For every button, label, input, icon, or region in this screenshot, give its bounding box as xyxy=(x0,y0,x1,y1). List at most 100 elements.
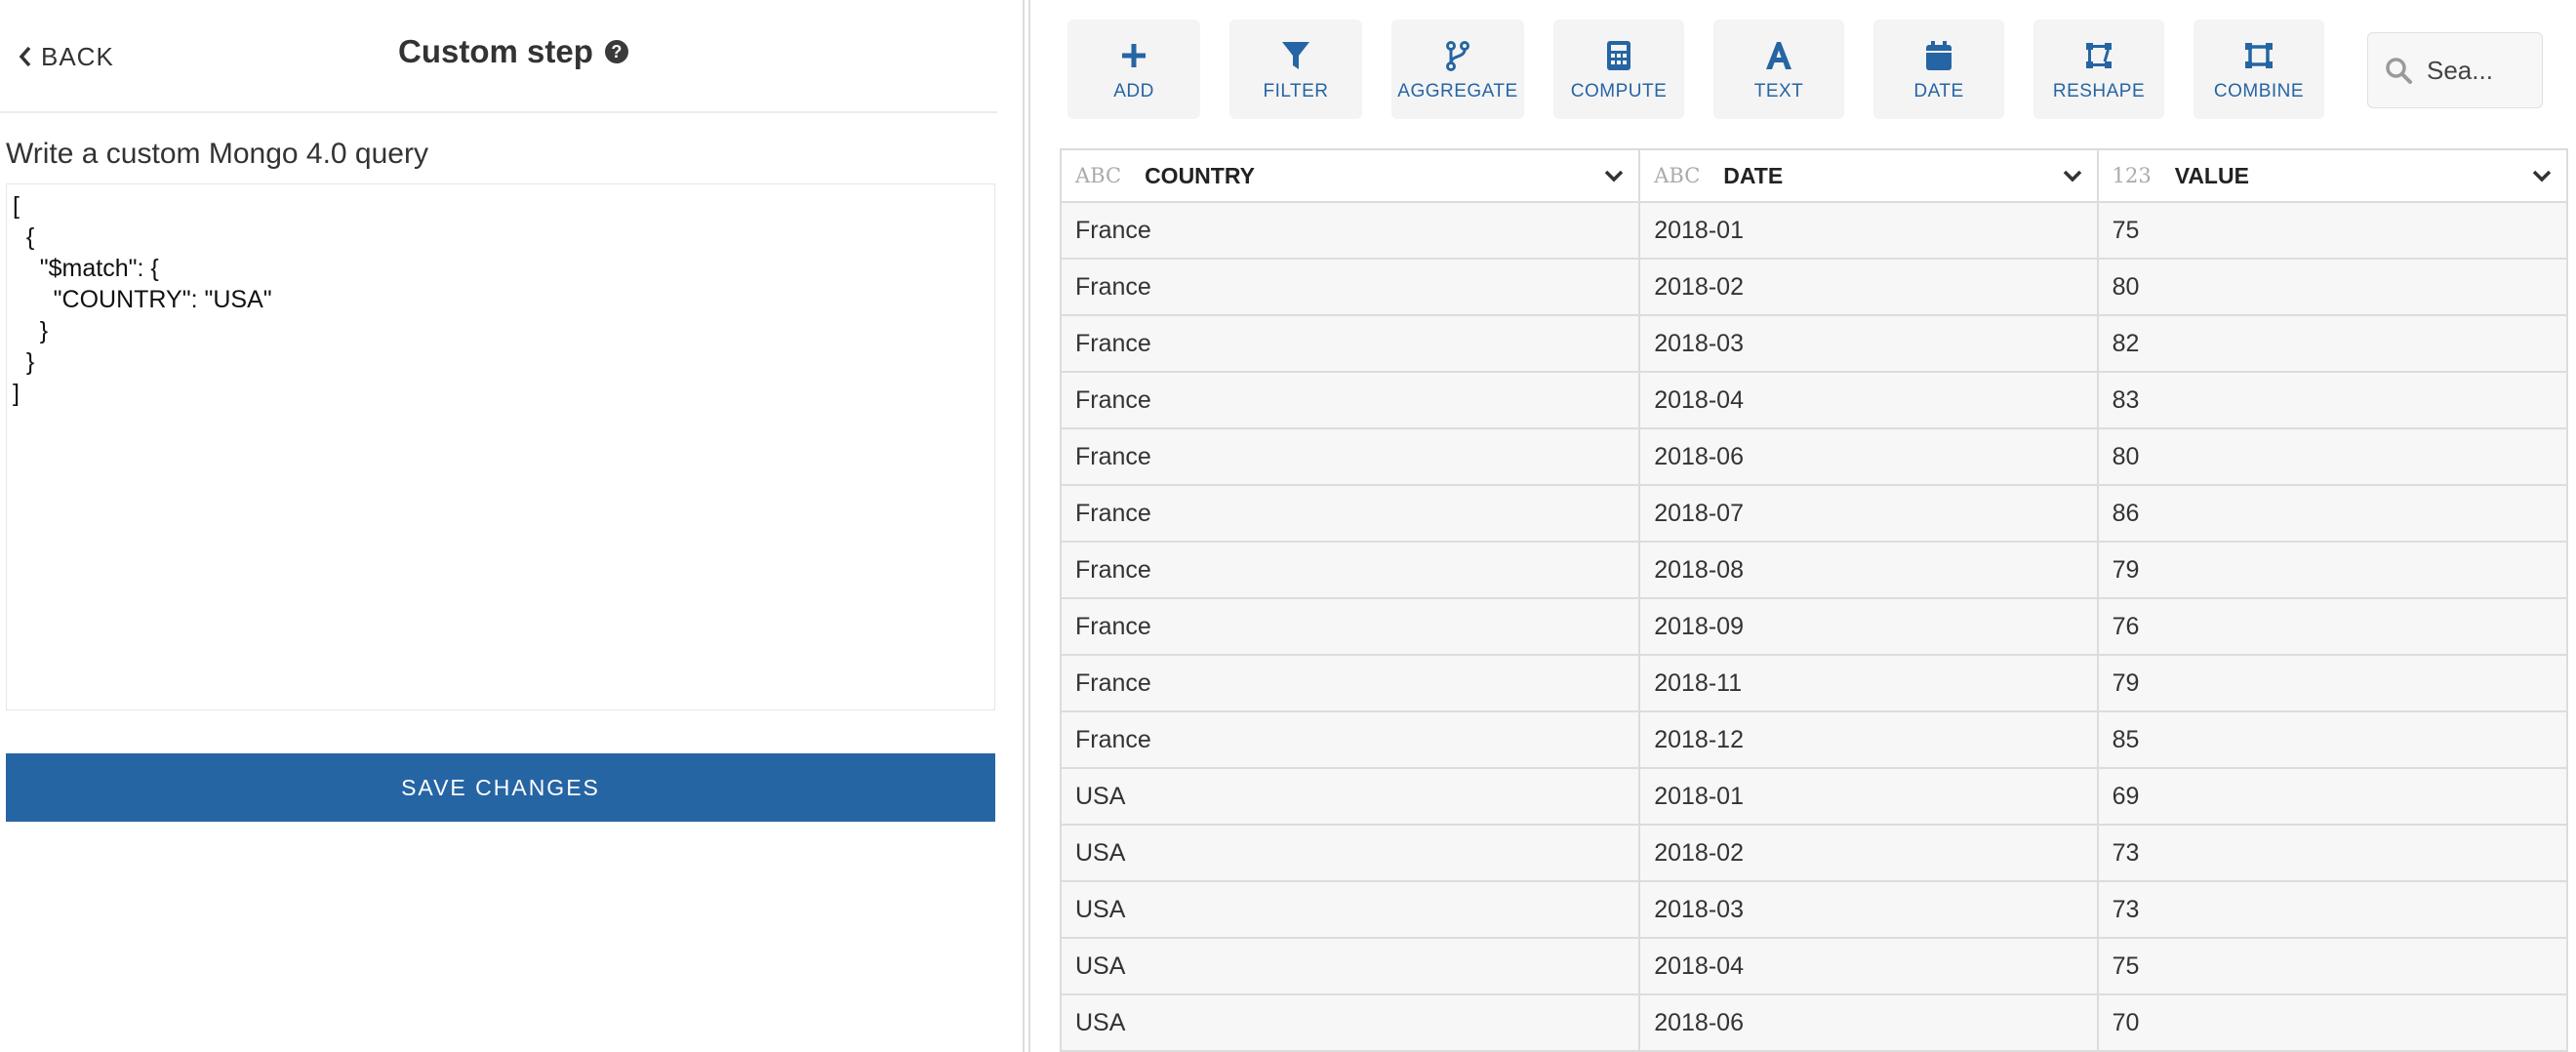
reshape-button[interactable]: RESHAPE xyxy=(2033,20,2164,119)
panel-resize-handle[interactable] xyxy=(1021,0,1032,1052)
column-header-country[interactable]: ABC COUNTRY xyxy=(1059,148,1641,203)
table-cell-date[interactable]: 2018-01 xyxy=(1638,201,2099,260)
table-cell-date[interactable]: 2018-01 xyxy=(1638,767,2099,826)
column-header-value[interactable]: 123 VALUE xyxy=(2096,148,2569,203)
table-cell-date[interactable]: 2018-06 xyxy=(1638,993,2099,1052)
step-form-header: BACK Custom step ? xyxy=(0,0,997,113)
step-form-panel: BACK Custom step ? Write a custom Mongo … xyxy=(0,0,1005,1052)
table-cell-value[interactable]: 86 xyxy=(2096,484,2569,543)
table-cell-country[interactable]: France xyxy=(1059,541,1641,599)
save-changes-button[interactable]: SAVE CHANGES xyxy=(6,753,995,822)
table-cell-value[interactable]: 80 xyxy=(2096,258,2569,316)
table-cell-date[interactable]: 2018-02 xyxy=(1638,258,2099,316)
table-cell-country[interactable]: USA xyxy=(1059,937,1641,995)
combine-icon xyxy=(2239,36,2278,75)
table-cell-value[interactable]: 82 xyxy=(2096,314,2569,373)
table-cell-value[interactable]: 79 xyxy=(2096,541,2569,599)
table-cell-country[interactable]: France xyxy=(1059,371,1641,429)
combine-button[interactable]: COMBINE xyxy=(2194,20,2324,119)
filter-button[interactable]: FILTER xyxy=(1229,20,1362,119)
column-header-date[interactable]: ABC DATE xyxy=(1638,148,2099,203)
chevron-down-icon[interactable] xyxy=(2531,165,2553,186)
table-cell-country[interactable]: USA xyxy=(1059,993,1641,1052)
table-cell-date[interactable]: 2018-07 xyxy=(1638,484,2099,543)
table-cell-value[interactable]: 75 xyxy=(2096,937,2569,995)
table-row: USA 2018-04 75 xyxy=(1059,937,2569,995)
filter-icon xyxy=(1276,36,1315,75)
table-cell-country[interactable]: France xyxy=(1059,314,1641,373)
table-row: France 2018-06 80 xyxy=(1059,427,2569,486)
search-input[interactable] xyxy=(2427,55,2524,86)
text-button[interactable]: TEXT xyxy=(1713,20,1844,119)
combine-label: COMBINE xyxy=(2213,81,2305,101)
table-cell-date[interactable]: 2018-08 xyxy=(1638,541,2099,599)
table-cell-value[interactable]: 79 xyxy=(2096,654,2569,712)
table-cell-country[interactable]: France xyxy=(1059,597,1641,656)
column-type-badge: ABC xyxy=(1075,164,1122,187)
add-label: ADD xyxy=(1113,81,1154,101)
back-button[interactable]: BACK xyxy=(18,39,114,74)
table-cell-date[interactable]: 2018-09 xyxy=(1638,597,2099,656)
query-label: Write a custom Mongo 4.0 query xyxy=(6,138,428,170)
search-box[interactable] xyxy=(2367,32,2543,108)
column-name: DATE xyxy=(1723,162,1784,188)
table-row: France 2018-03 82 xyxy=(1059,314,2569,373)
question-circle-icon[interactable]: ? xyxy=(604,40,628,63)
data-table: ABC COUNTRY ABC DATE 123 VALUE France 20… xyxy=(1059,148,2569,1052)
table-header-row: ABC COUNTRY ABC DATE 123 VALUE xyxy=(1059,148,2569,203)
table-cell-country[interactable]: France xyxy=(1059,427,1641,486)
table-cell-country[interactable]: USA xyxy=(1059,880,1641,939)
table-cell-value[interactable]: 83 xyxy=(2096,371,2569,429)
table-row: France 2018-08 79 xyxy=(1059,541,2569,599)
table-row: France 2018-07 86 xyxy=(1059,484,2569,543)
column-name: COUNTRY xyxy=(1145,162,1255,188)
table-cell-value[interactable]: 69 xyxy=(2096,767,2569,826)
table-cell-country[interactable]: France xyxy=(1059,710,1641,769)
table-cell-date[interactable]: 2018-04 xyxy=(1638,937,2099,995)
reshape-label: RESHAPE xyxy=(2052,81,2146,101)
table-cell-country[interactable]: France xyxy=(1059,201,1641,260)
text-label: TEXT xyxy=(1753,81,1804,101)
table-cell-date[interactable]: 2018-03 xyxy=(1638,314,2099,373)
table-cell-date[interactable]: 2018-02 xyxy=(1638,824,2099,882)
table-cell-value[interactable]: 80 xyxy=(2096,427,2569,486)
branch-icon xyxy=(1438,36,1477,75)
aggregate-button[interactable]: AGGREGATE xyxy=(1391,20,1524,119)
column-type-badge: ABC xyxy=(1654,164,1701,187)
query-editor[interactable] xyxy=(6,183,995,710)
table-cell-country[interactable]: France xyxy=(1059,258,1641,316)
action-toolbar: ADD FILTER AGGREGATE COMPUTE TEXT DATE R… xyxy=(1067,20,2324,121)
table-cell-value[interactable]: 73 xyxy=(2096,880,2569,939)
table-cell-date[interactable]: 2018-06 xyxy=(1638,427,2099,486)
chevron-down-icon[interactable] xyxy=(2062,165,2083,186)
date-button[interactable]: DATE xyxy=(1873,20,2004,119)
compute-button[interactable]: COMPUTE xyxy=(1553,20,1684,119)
table-cell-country[interactable]: France xyxy=(1059,484,1641,543)
table-cell-value[interactable]: 85 xyxy=(2096,710,2569,769)
table-body: France 2018-01 75 France 2018-02 80 France 2018… xyxy=(1059,201,2569,1052)
chevron-left-icon xyxy=(19,46,31,67)
table-row: France 2018-04 83 xyxy=(1059,371,2569,429)
table-row: France 2018-09 76 xyxy=(1059,597,2569,656)
back-label: BACK xyxy=(41,41,114,71)
table-row: France 2018-01 75 xyxy=(1059,201,2569,260)
table-cell-date[interactable]: 2018-12 xyxy=(1638,710,2099,769)
table-cell-country[interactable]: USA xyxy=(1059,767,1641,826)
table-cell-country[interactable]: USA xyxy=(1059,824,1641,882)
table-cell-value[interactable]: 75 xyxy=(2096,201,2569,260)
table-cell-date[interactable]: 2018-03 xyxy=(1638,880,2099,939)
table-cell-date[interactable]: 2018-04 xyxy=(1638,371,2099,429)
table-cell-date[interactable]: 2018-11 xyxy=(1638,654,2099,712)
table-row: USA 2018-02 73 xyxy=(1059,824,2569,882)
date-label: DATE xyxy=(1913,81,1964,101)
table-row: USA 2018-03 73 xyxy=(1059,880,2569,939)
table-cell-country[interactable]: France xyxy=(1059,654,1641,712)
table-cell-value[interactable]: 70 xyxy=(2096,993,2569,1052)
table-cell-value[interactable]: 73 xyxy=(2096,824,2569,882)
reshape-icon xyxy=(2079,36,2118,75)
add-button[interactable]: ADD xyxy=(1067,20,1200,119)
search-icon xyxy=(2386,58,2412,84)
chevron-down-icon[interactable] xyxy=(1603,165,1625,186)
table-row: France 2018-11 79 xyxy=(1059,654,2569,712)
table-cell-value[interactable]: 76 xyxy=(2096,597,2569,656)
